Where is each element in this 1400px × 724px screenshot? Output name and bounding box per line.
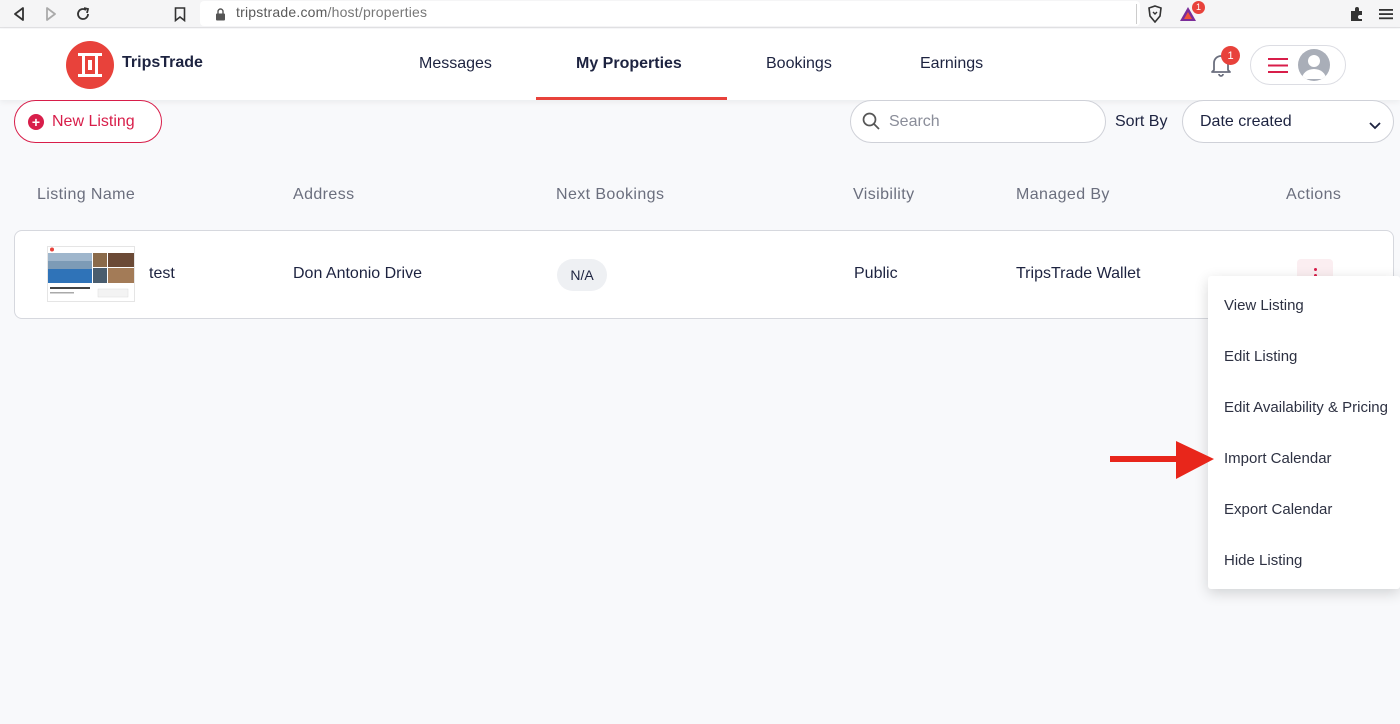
menu-item-view-listing[interactable]: View Listing bbox=[1224, 297, 1304, 314]
menu-item-export-calendar[interactable]: Export Calendar bbox=[1224, 501, 1332, 518]
avatar bbox=[1298, 49, 1330, 81]
search-icon bbox=[862, 112, 880, 135]
forward-icon[interactable] bbox=[42, 4, 60, 24]
nav-earnings[interactable]: Earnings bbox=[920, 55, 983, 73]
actions-menu: View Listing Edit Listing Edit Availabil… bbox=[1208, 276, 1400, 589]
menu-item-import-calendar[interactable]: Import Calendar bbox=[1224, 450, 1332, 467]
column-header-visibility: Visibility bbox=[853, 186, 915, 203]
column-header-listing-name: Listing Name bbox=[37, 186, 136, 203]
menu-item-edit-listing[interactable]: Edit Listing bbox=[1224, 348, 1297, 365]
column-header-managed-by: Managed By bbox=[1016, 186, 1110, 203]
lock-icon bbox=[213, 4, 227, 24]
extensions-puzzle-icon[interactable] bbox=[1348, 4, 1366, 24]
next-bookings-chip: N/A bbox=[557, 259, 607, 291]
app-header: TripsTrade Messages My Properties Bookin… bbox=[0, 29, 1400, 100]
column-header-next-bookings: Next Bookings bbox=[556, 186, 665, 203]
notification-badge: 1 bbox=[1221, 46, 1240, 65]
listing-managed-by: TripsTrade Wallet bbox=[1016, 265, 1141, 282]
active-nav-indicator bbox=[536, 97, 727, 100]
new-listing-button[interactable]: + New Listing bbox=[14, 100, 162, 143]
browser-menu-icon[interactable] bbox=[1378, 4, 1394, 24]
menu-item-edit-availability-pricing[interactable]: Edit Availability & Pricing bbox=[1224, 399, 1388, 416]
new-listing-label: New Listing bbox=[52, 112, 135, 130]
column-header-address: Address bbox=[293, 186, 355, 203]
menu-item-hide-listing[interactable]: Hide Listing bbox=[1224, 552, 1302, 569]
hamburger-icon bbox=[1268, 58, 1288, 78]
reload-icon[interactable] bbox=[74, 4, 92, 24]
back-icon[interactable] bbox=[10, 4, 28, 24]
listing-thumbnail[interactable] bbox=[47, 246, 135, 302]
tripstrade-logo[interactable] bbox=[66, 41, 114, 89]
annotation-arrow-icon bbox=[1110, 440, 1214, 480]
nav-my-properties[interactable]: My Properties bbox=[576, 55, 682, 73]
plus-icon: + bbox=[28, 113, 44, 130]
chevron-down-icon bbox=[1369, 117, 1381, 135]
column-header-actions: Actions bbox=[1286, 186, 1342, 203]
url-text: tripstrade.com/host/properties bbox=[236, 4, 428, 20]
user-menu-button[interactable] bbox=[1250, 45, 1346, 85]
nav-messages[interactable]: Messages bbox=[419, 55, 492, 73]
sort-by-label: Sort By bbox=[1115, 113, 1168, 130]
brave-shield-icon[interactable] bbox=[1146, 4, 1164, 24]
bookmark-icon[interactable] bbox=[172, 4, 188, 24]
sort-value: Date created bbox=[1200, 113, 1292, 130]
listing-address: Don Antonio Drive bbox=[293, 265, 422, 282]
divider bbox=[1136, 4, 1137, 24]
extension-badge: 1 bbox=[1192, 1, 1205, 14]
search-input[interactable] bbox=[889, 111, 1089, 133]
listing-visibility: Public bbox=[854, 265, 898, 282]
search-box[interactable] bbox=[850, 100, 1106, 143]
browser-toolbar: tripstrade.com/host/properties 1 bbox=[0, 0, 1400, 28]
listing-name[interactable]: test bbox=[149, 265, 175, 283]
nav-bookings[interactable]: Bookings bbox=[766, 55, 832, 73]
table-row[interactable]: test Don Antonio Drive N/A Public TripsT… bbox=[14, 230, 1394, 319]
sort-select[interactable]: Date created bbox=[1182, 100, 1394, 143]
brand-name[interactable]: TripsTrade bbox=[122, 54, 203, 72]
